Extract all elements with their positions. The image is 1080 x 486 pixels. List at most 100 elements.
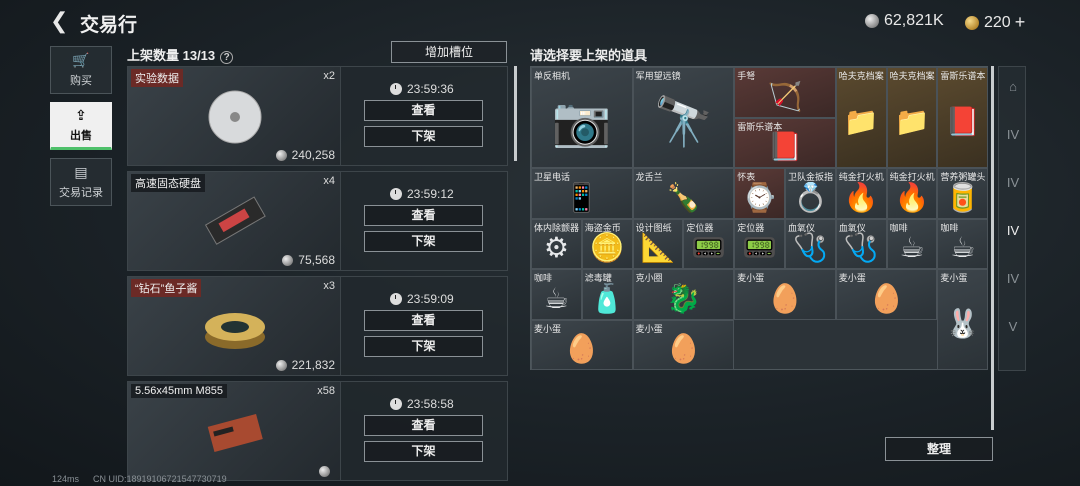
category-tab[interactable]: V [1001, 315, 1025, 339]
inventory-item[interactable]: 麦小蛋 🥚 [835, 269, 938, 320]
item-image: 🍾 [665, 181, 701, 213]
inventory-item[interactable]: 手弩 🏹 [734, 67, 836, 118]
inventory-item[interactable]: 营养粥罐头 🥫 [937, 168, 989, 219]
uid-readout: CN UID:18919106721547730719 [93, 474, 227, 484]
top-bar: ❮ 交易行 62,821K 220 + [0, 0, 1080, 44]
delist-button[interactable]: 下架 [364, 126, 483, 147]
inventory-item[interactable]: 哈夫克档案 📁 [835, 67, 887, 168]
listing-item-card[interactable]: 5.56x45mm M855 x58 [128, 382, 341, 480]
inventory-item[interactable]: 哈夫克档案 📁 [886, 67, 938, 168]
category-tab[interactable]: IV [1001, 123, 1025, 147]
inventory-item[interactable]: 麦小蛋 🥚 [734, 269, 836, 320]
view-button[interactable]: 查看 [364, 100, 483, 121]
side-nav: 🛒 购买 ⇪ 出售 ▤ 交易记录 [50, 46, 112, 214]
inventory-item[interactable]: 克小圈 🐉 [632, 269, 735, 320]
item-image [200, 297, 270, 355]
silver-coin-icon [275, 149, 287, 161]
listing-item-name: 高速固态硬盘 [131, 174, 205, 192]
inventory-item[interactable]: 设计图纸 📐 [632, 218, 684, 269]
add-gold-icon[interactable]: + [1015, 12, 1026, 33]
inventory-item[interactable]: 纯金打火机 🔥 [835, 168, 887, 219]
nav-sell[interactable]: ⇪ 出售 [50, 102, 112, 150]
listing-item-price: 240,258 [275, 148, 335, 162]
nav-buy[interactable]: 🛒 购买 [50, 46, 112, 94]
delist-button[interactable]: 下架 [364, 231, 483, 252]
inventory-item[interactable]: 麦小蛋 🐰 [937, 269, 989, 370]
inventory-item[interactable]: 滤毒罐 🧴 [581, 269, 633, 320]
listing-row: 高速固态硬盘 x4 75,568 23:59:12 查看 下架 [127, 171, 508, 271]
listing-item-price: 75,568 [282, 253, 335, 267]
inventory-item[interactable]: 咖啡 ☕ [531, 269, 582, 320]
inventory-item[interactable]: 龙舌兰 🍾 [632, 168, 735, 219]
inventory-item[interactable]: 卫队金扳指 💍 [785, 168, 836, 219]
page-title: 交易行 [80, 15, 138, 36]
listings-scrollbar[interactable] [514, 66, 517, 161]
add-slot-button[interactable]: 增加槽位 [391, 41, 507, 63]
listing-timer: 23:59:12 [390, 187, 454, 201]
listing-item-card[interactable]: “钻石”鱼子酱 x3 221,832 [128, 277, 341, 375]
inventory-item[interactable]: 咖啡 ☕ [937, 218, 989, 269]
status-bar: 124ms CN UID:18919106721547730719 [52, 474, 241, 484]
gold-balance[interactable]: 220 + [965, 12, 1025, 33]
item-image: 🔭 [653, 96, 714, 149]
inventory-item[interactable]: 卫星电话 📱 [531, 168, 633, 219]
listing-timer-value: 23:59:09 [407, 292, 454, 306]
nav-records[interactable]: ▤ 交易记录 [50, 158, 112, 206]
item-image [200, 402, 270, 460]
item-image: 🧴 [589, 282, 625, 314]
inventory-item[interactable]: 咖啡 ☕ [886, 218, 938, 269]
cart-icon: 🛒 [72, 52, 90, 68]
silver-coin-icon [275, 359, 287, 371]
inventory-item[interactable]: 雷斯乐谱本 📕 [734, 117, 836, 168]
view-button[interactable]: 查看 [364, 310, 483, 331]
inventory-item[interactable]: 单反相机 📷 [531, 67, 633, 168]
inventory-scrollbar[interactable] [991, 66, 994, 430]
inventory-item[interactable]: 定位器 📟 [734, 218, 785, 269]
inventory-item[interactable]: 血氧仪 🩺 [835, 218, 887, 269]
inventory-item[interactable]: 血氧仪 🩺 [785, 218, 836, 269]
item-image: ⌚ [742, 181, 778, 213]
item-image [200, 87, 270, 145]
category-tab[interactable]: IV [1001, 267, 1025, 291]
help-icon[interactable]: ? [220, 51, 234, 64]
view-button[interactable]: 查看 [364, 415, 483, 436]
inventory-item[interactable]: 麦小蛋 🥚 [531, 319, 633, 370]
listing-item-qty: x3 [323, 280, 335, 292]
inventory-item[interactable]: 纯金打火机 🔥 [886, 168, 938, 219]
listing-price-value: 75,568 [298, 253, 335, 267]
category-tab[interactable]: IV [1001, 219, 1025, 243]
inventory-item[interactable]: 怀表 ⌚ [734, 168, 785, 219]
silver-coin-icon [282, 254, 294, 266]
listing-timer: 23:59:09 [390, 292, 454, 306]
listing-item-card[interactable]: 实验数据 x2 240,258 [128, 67, 341, 165]
delist-button[interactable]: 下架 [364, 336, 483, 357]
listings-count-label: 上架数量 13/13 [127, 48, 216, 63]
item-image: 📷 [551, 96, 612, 149]
inventory-item[interactable]: 雷斯乐谱本 📕 [937, 67, 989, 168]
silver-balance: 62,821K [865, 12, 944, 30]
listing-timer-value: 23:59:36 [407, 82, 454, 96]
category-tab[interactable]: ⌂ [1001, 75, 1025, 99]
clock-icon [390, 293, 402, 305]
back-arrow-icon[interactable]: ❮ [50, 10, 72, 32]
item-image: 🪙 [589, 232, 625, 264]
nav-buy-label: 购买 [70, 75, 92, 87]
sort-button[interactable]: 整理 [885, 437, 993, 461]
inventory-item[interactable]: 海盗金币 🪙 [581, 218, 633, 269]
view-button[interactable]: 查看 [364, 205, 483, 226]
listing-row: “钻石”鱼子酱 x3 221,832 23:59:09 查看 下架 [127, 276, 508, 376]
inventory-item[interactable]: 军用望远镜 🔭 [632, 67, 735, 168]
delist-button[interactable]: 下架 [364, 441, 483, 462]
inventory-item[interactable]: 麦小蛋 🥚 [632, 319, 735, 370]
clock-icon [390, 83, 402, 95]
listing-item-card[interactable]: 高速固态硬盘 x4 75,568 [128, 172, 341, 270]
listing-item-qty: x4 [323, 175, 335, 187]
item-image: 🥚 [869, 282, 905, 314]
listings-count: 上架数量 13/13? [127, 45, 234, 64]
item-image: 💍 [792, 181, 828, 213]
inventory-item[interactable]: 体内除颤器 ⚙ [531, 218, 582, 269]
inventory-grid: 单反相机 📷 军用望远镜 🔭 手弩 🏹 哈夫克档案 📁 哈夫克档案 📁 雷斯乐谱本 📕 雷斯… [530, 66, 989, 370]
item-image: 🥚 [564, 333, 600, 365]
category-tab[interactable]: IV [1001, 171, 1025, 195]
inventory-item[interactable]: 定位器 📟 [683, 218, 735, 269]
